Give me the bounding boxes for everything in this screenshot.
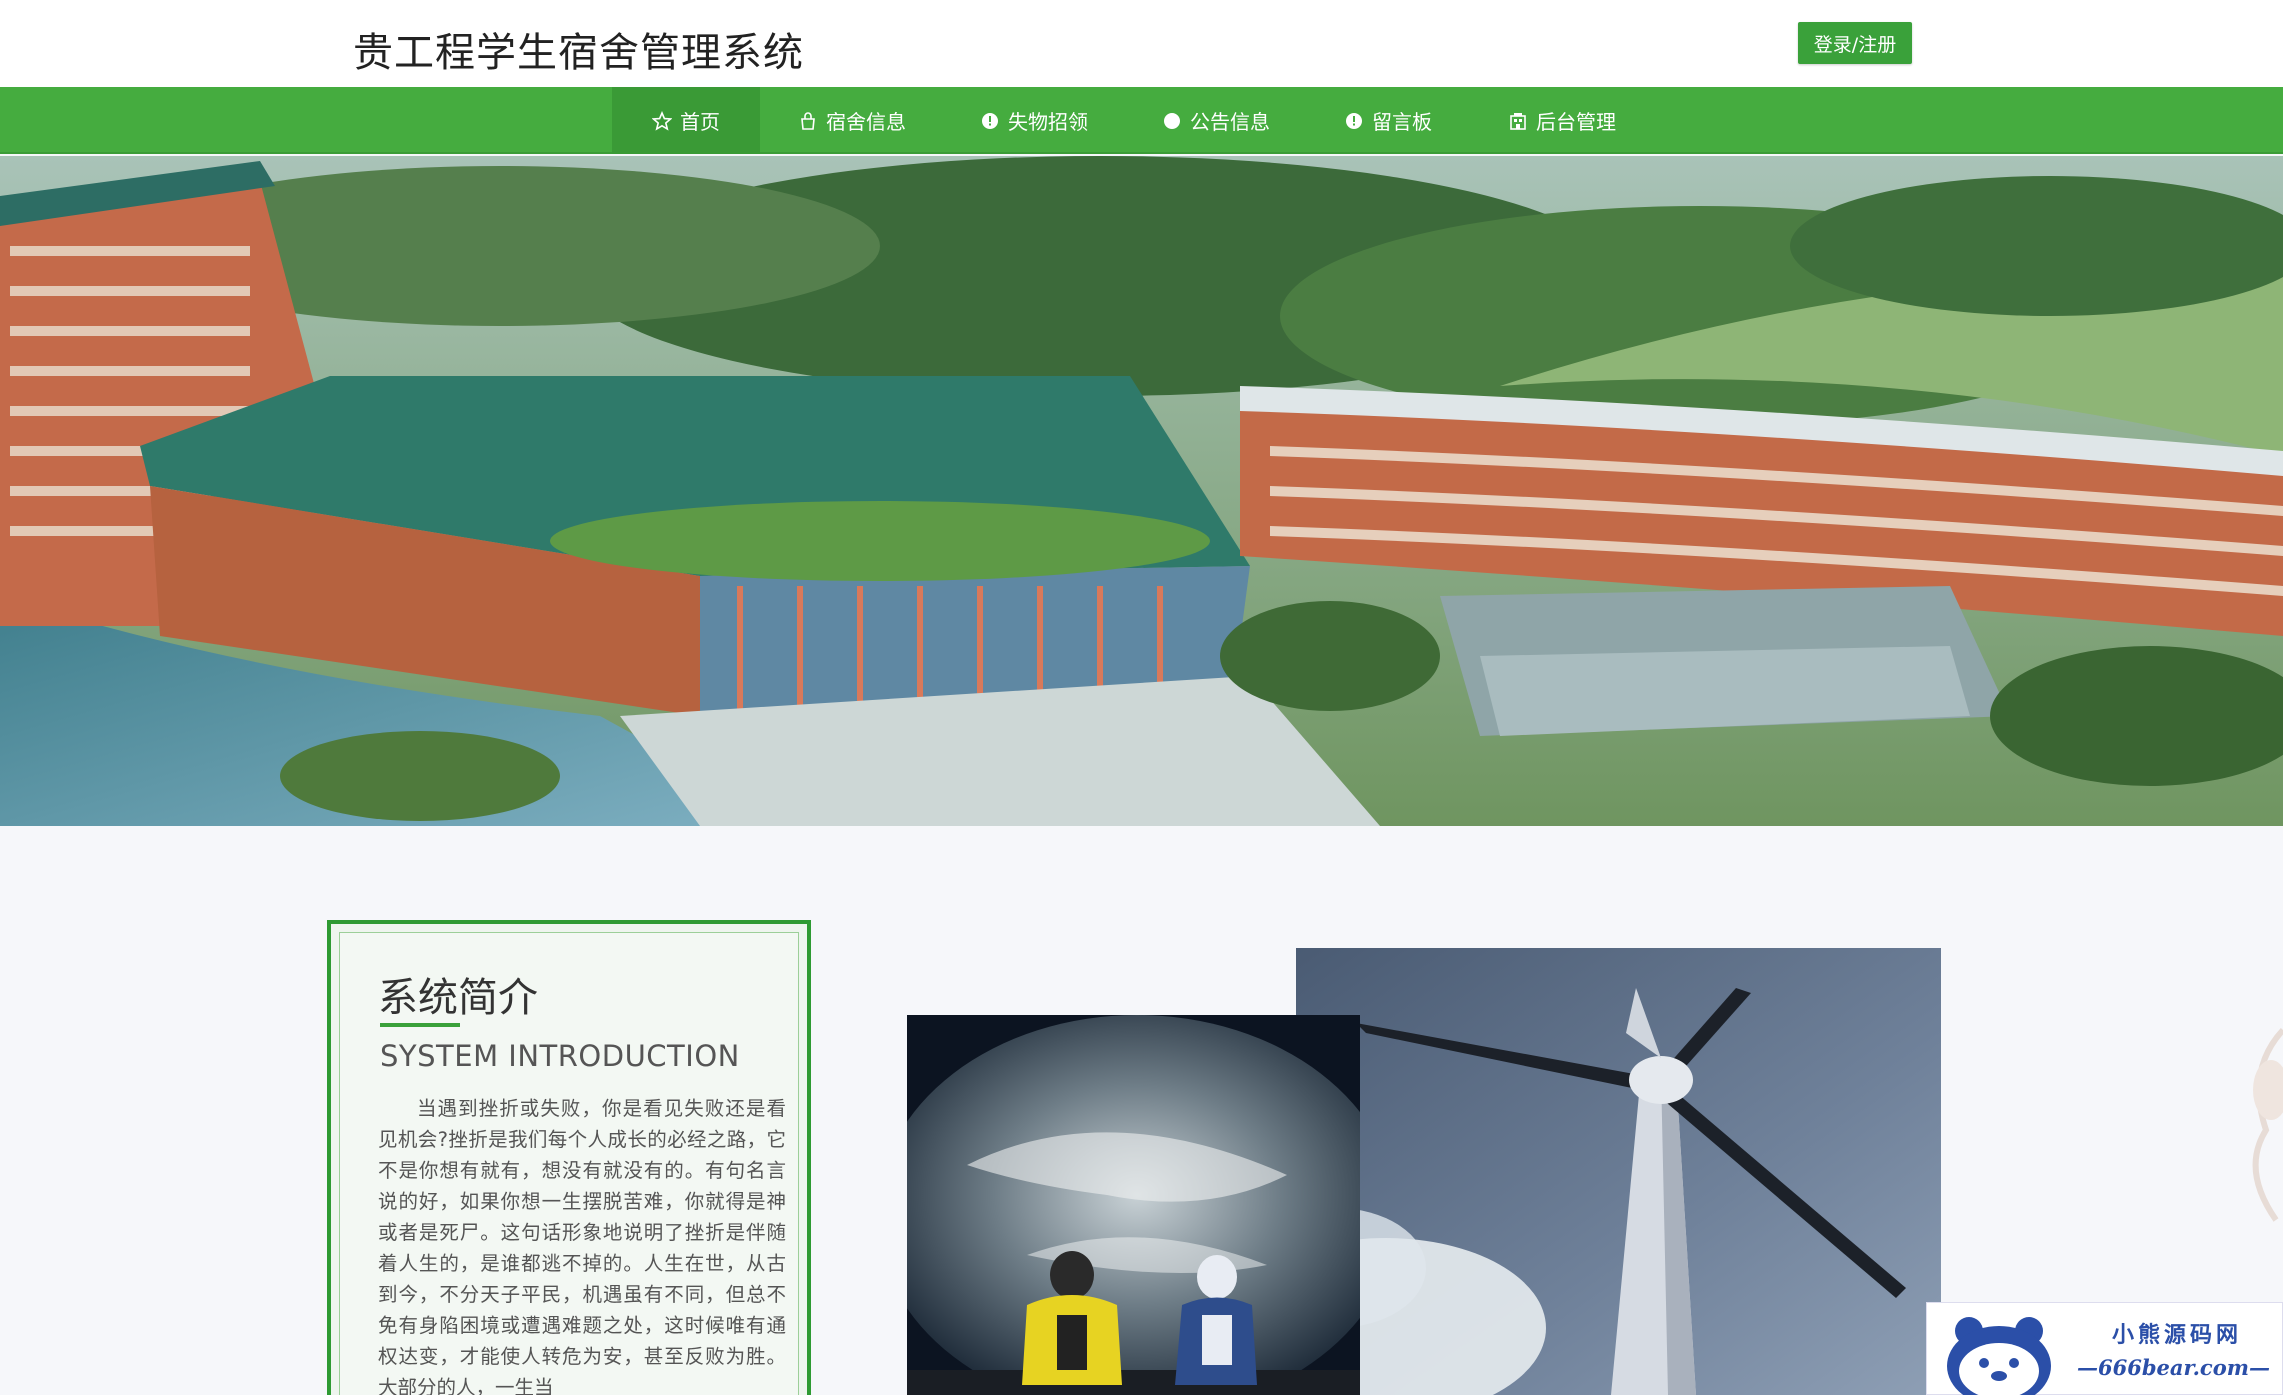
campus-banner-image — [0, 156, 2283, 826]
intro-title: 系统简介 — [378, 975, 538, 1021]
nav-item-label: 公告信息 — [1190, 110, 1270, 134]
bag-icon — [798, 111, 818, 131]
intro-text: 当遇到挫折或失败，你是看见失败还是看见机会?挫折是我们每个人成长的必经之路，它不… — [378, 1097, 786, 1395]
login-register-button[interactable]: 登录/注册 — [1798, 22, 1912, 64]
wind-turbine-image — [1296, 948, 1941, 1395]
source-watermark: 小熊源码网 —666bear.com— — [1926, 1302, 2283, 1395]
nav-item-label: 后台管理 — [1536, 110, 1616, 134]
building-icon — [1508, 111, 1528, 131]
earth-characters-image — [907, 1015, 1360, 1395]
star-icon — [652, 110, 672, 131]
nav-item-message-board[interactable]: 留言板 — [1344, 87, 1432, 154]
nav-item-label: 留言板 — [1372, 110, 1432, 134]
main-nav: 首页 宿舍信息 失物招领 公告信息 留言板 后台管理 — [0, 87, 2283, 154]
nav-item-home[interactable]: 首页 — [612, 87, 760, 154]
nav-item-announcements[interactable]: 公告信息 — [1162, 87, 1270, 154]
watermark-url: —666bear.com— — [2077, 1355, 2270, 1380]
intro-underline — [380, 1023, 460, 1027]
nav-item-label: 首页 — [680, 110, 720, 134]
intro-inner-frame: 系统简介 SYSTEM INTRODUCTION 当遇到挫折或失败，你是看见失败… — [339, 932, 799, 1395]
nav-item-admin[interactable]: 后台管理 — [1508, 87, 1616, 154]
bear-logo-icon — [1939, 1311, 2059, 1395]
side-decoration — [2236, 1010, 2283, 1230]
circle-icon — [1162, 111, 1182, 131]
system-intro-card: 系统简介 SYSTEM INTRODUCTION 当遇到挫折或失败，你是看见失败… — [327, 920, 811, 1395]
site-title: 贵工程学生宿舍管理系统 — [353, 30, 804, 76]
intro-subtitle: SYSTEM INTRODUCTION — [380, 1039, 740, 1073]
watermark-title: 小熊源码网 — [2112, 1322, 2243, 1348]
nav-item-label: 宿舍信息 — [826, 110, 906, 134]
nav-item-lost-found[interactable]: 失物招领 — [980, 87, 1088, 154]
nav-item-label: 失物招领 — [1008, 110, 1088, 134]
header: 贵工程学生宿舍管理系统 登录/注册 — [0, 0, 2283, 87]
info-circle-icon — [1344, 111, 1364, 131]
nav-item-dorm-info[interactable]: 宿舍信息 — [798, 87, 906, 154]
info-circle-icon — [980, 111, 1000, 131]
